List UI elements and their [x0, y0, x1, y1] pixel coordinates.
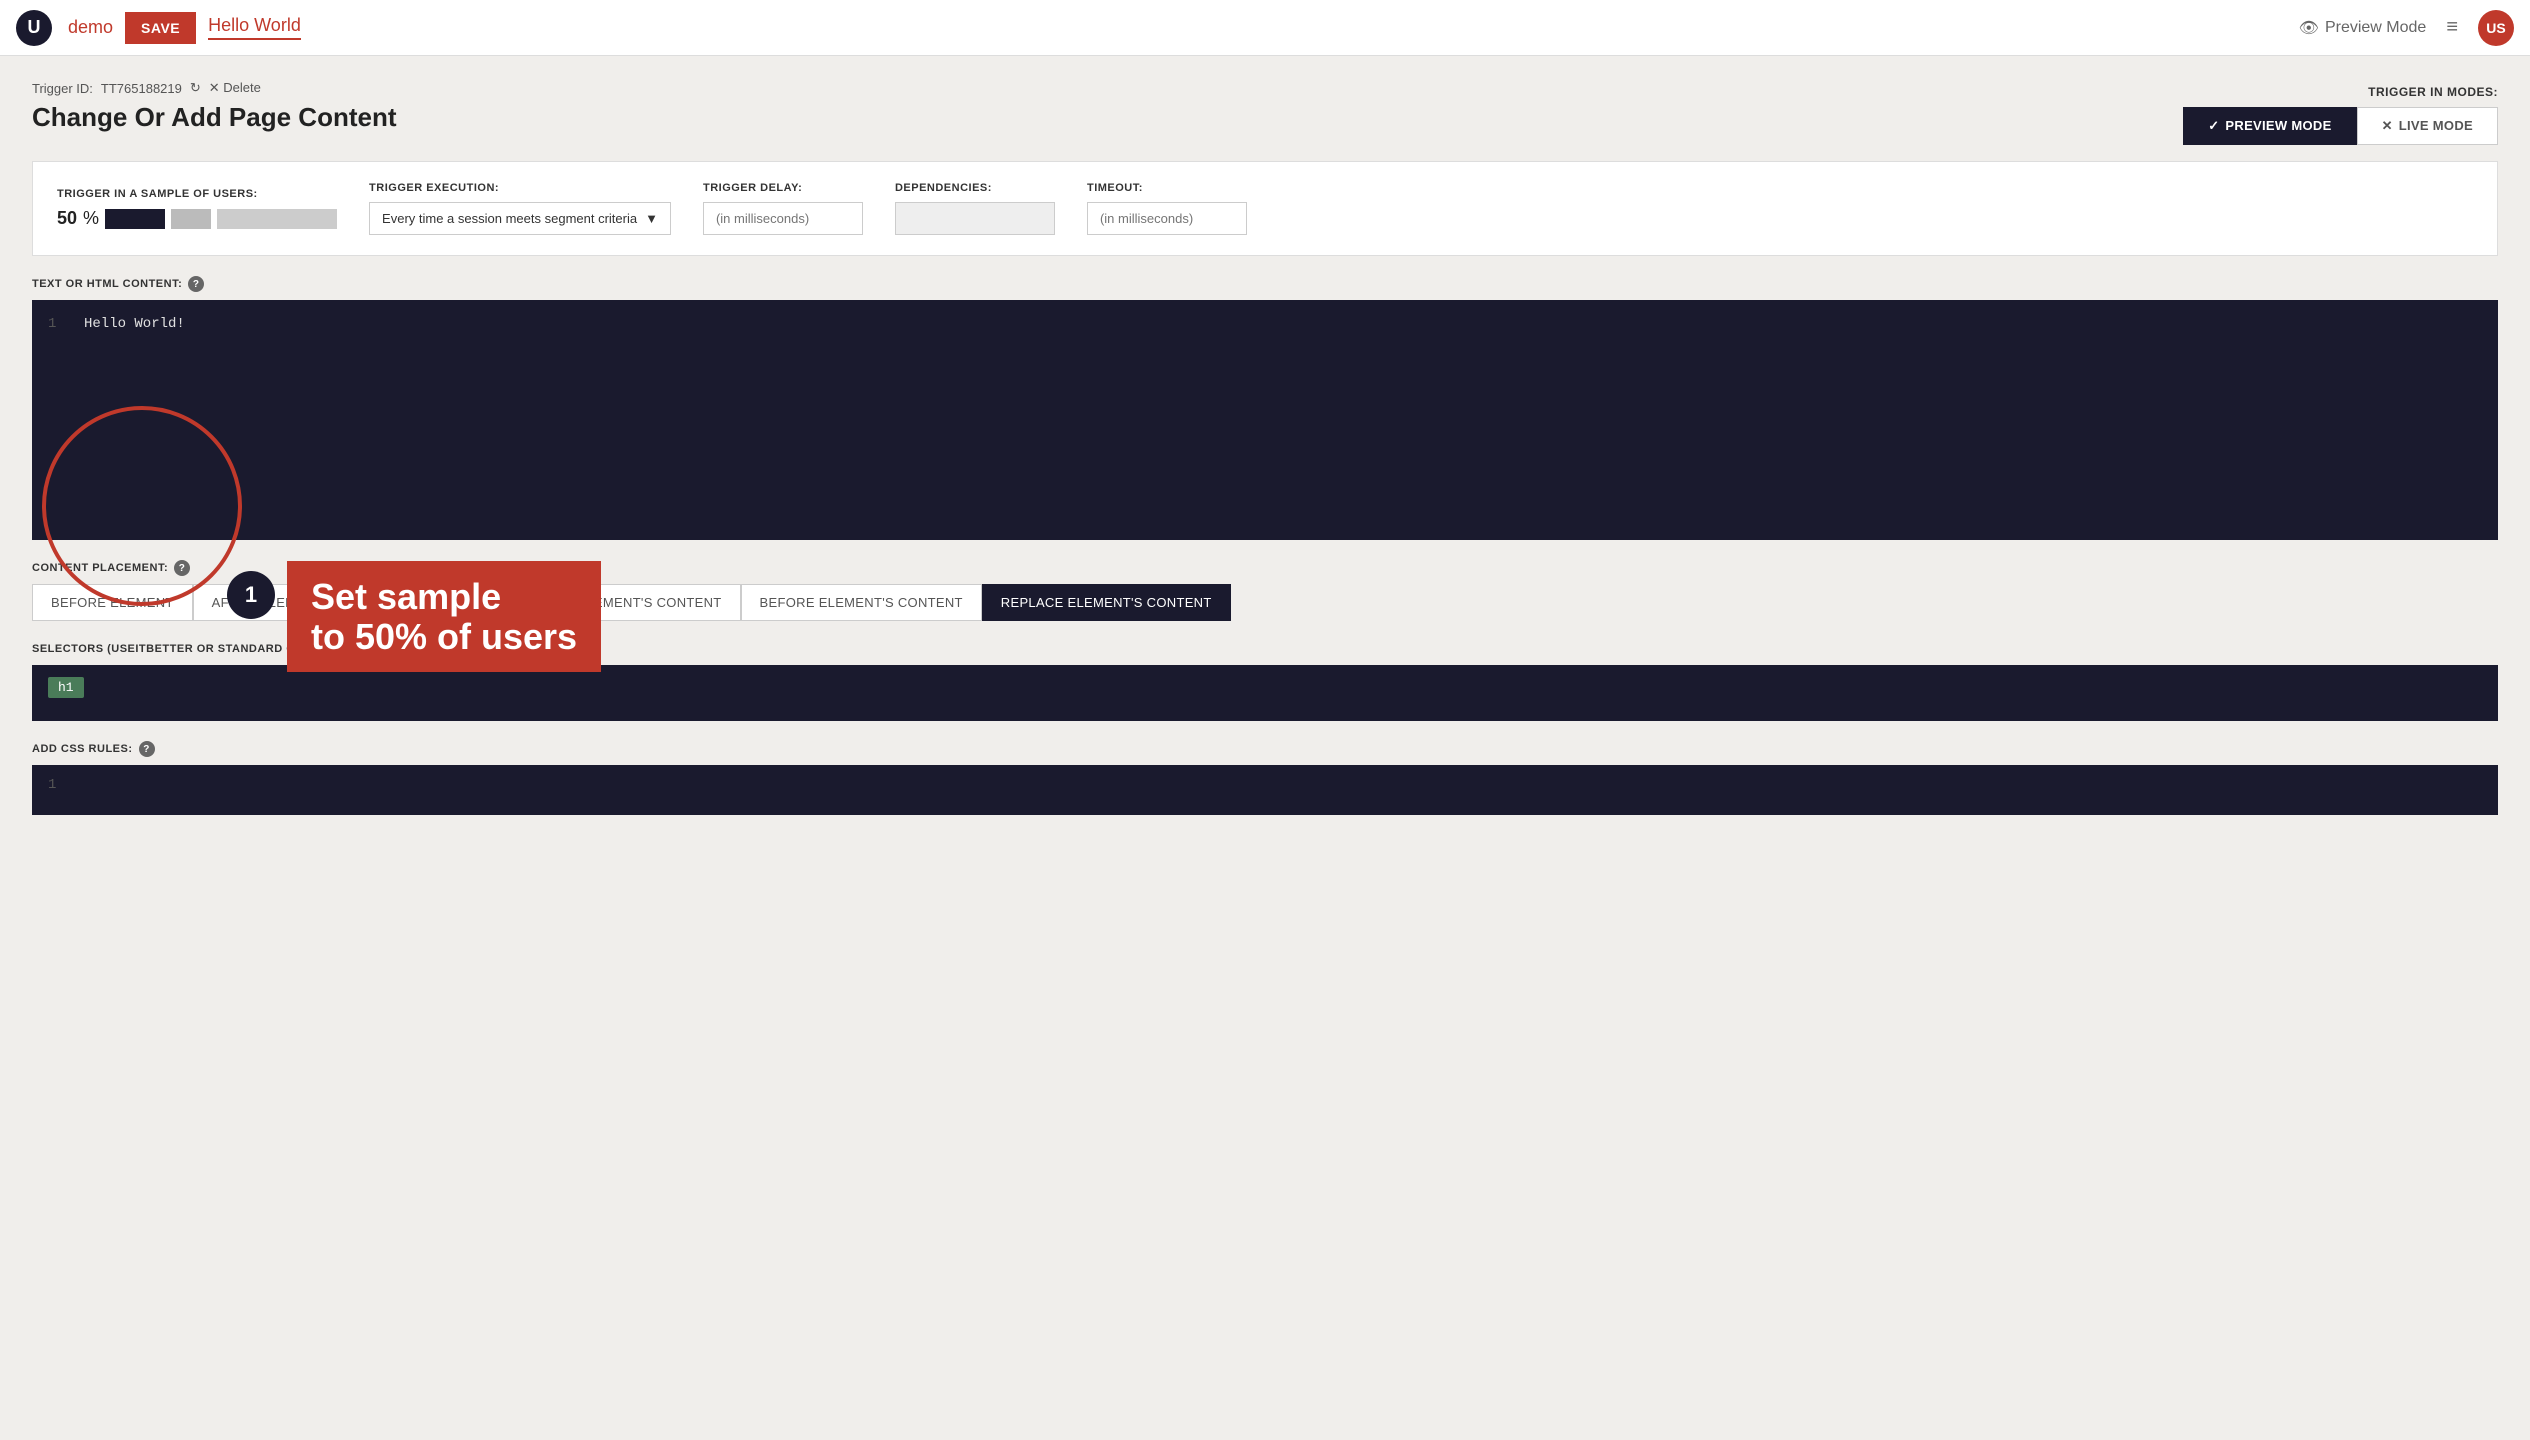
user-avatar[interactable]: US: [2478, 10, 2514, 46]
dependencies-input[interactable]: [895, 202, 1055, 235]
trigger-id-value: TT765188219: [101, 81, 182, 96]
menu-icon[interactable]: ≡: [2446, 16, 2458, 39]
config-card: TRIGGER IN A SAMPLE OF USERS: 50 % TRIGG…: [32, 161, 2498, 256]
placement-replace-content[interactable]: REPLACE ELEMENT'S CONTENT: [982, 584, 1231, 621]
sample-label: TRIGGER IN A SAMPLE OF USERS:: [57, 188, 337, 200]
trigger-modes-label: TRIGGER IN MODES:: [2183, 85, 2498, 99]
execution-field: TRIGGER EXECUTION: Every time a session …: [369, 182, 671, 235]
delay-input[interactable]: [703, 202, 863, 235]
trigger-id-label: Trigger ID:: [32, 81, 93, 96]
preview-mode-link[interactable]: 👁 Preview Mode: [2299, 18, 2427, 38]
trigger-id-row: Trigger ID: TT765188219 ↻ ✕ Delete: [32, 80, 397, 96]
sample-value: 50: [57, 208, 77, 229]
css-rules-label: ADD CSS RULES: ?: [32, 741, 2498, 757]
selector-editor[interactable]: h1: [32, 665, 2498, 721]
line-number: 1: [48, 316, 68, 332]
placement-before-element[interactable]: BEFORE ELEMENT: [32, 584, 193, 621]
active-tab[interactable]: Hello World: [208, 15, 301, 40]
trigger-modes-section: TRIGGER IN MODES: ✓ PREVIEW MODE ✕ LIVE …: [2183, 85, 2498, 145]
annotation-tooltip: Set sample to 50% of users: [287, 561, 601, 672]
dependencies-field: DEPENDENCIES:: [895, 182, 1055, 235]
code-editor[interactable]: 1 Hello World!: [32, 300, 2498, 540]
css-rules-section: ADD CSS RULES: ? 1: [32, 741, 2498, 815]
chevron-down-icon: ▼: [645, 211, 658, 226]
delay-label: TRIGGER DELAY:: [703, 182, 863, 194]
main-content: Trigger ID: TT765188219 ↻ ✕ Delete Chang…: [0, 56, 2530, 855]
logo-icon[interactable]: U: [16, 10, 52, 46]
delay-field: TRIGGER DELAY:: [703, 182, 863, 235]
demo-link[interactable]: demo: [68, 17, 113, 38]
app-header: U demo SAVE Hello World 👁 Preview Mode ≡…: [0, 0, 2530, 56]
modes-buttons: ✓ PREVIEW MODE ✕ LIVE MODE: [2183, 107, 2498, 145]
checkmark-icon: ✓: [2208, 118, 2219, 134]
page-title: Change Or Add Page Content: [32, 102, 397, 133]
content-help-icon[interactable]: ?: [188, 276, 204, 292]
placement-before-content[interactable]: BEFORE ELEMENT'S CONTENT: [741, 584, 982, 621]
annotation-badge: 1: [227, 571, 275, 619]
css-rules-help-icon[interactable]: ?: [139, 741, 155, 757]
sample-input-row: 50 %: [57, 208, 337, 229]
dependencies-label: DEPENDENCIES:: [895, 182, 1055, 194]
trigger-info-row: Trigger ID: TT765188219 ↻ ✕ Delete Chang…: [32, 80, 2498, 149]
sample-percent: %: [83, 208, 99, 229]
code-content: Hello World!: [84, 316, 185, 332]
css-line-number: 1: [48, 777, 56, 793]
x-icon: ✕: [2382, 118, 2393, 134]
sample-slider-light[interactable]: [171, 209, 211, 229]
placement-help-icon[interactable]: ?: [174, 560, 190, 576]
timeout-input[interactable]: [1087, 202, 1247, 235]
save-button[interactable]: SAVE: [125, 12, 196, 44]
timeout-field: TIMEOUT:: [1087, 182, 1247, 235]
eye-icon: 👁: [2299, 18, 2319, 38]
sample-slider-dark[interactable]: [105, 209, 165, 229]
sample-field: TRIGGER IN A SAMPLE OF USERS: 50 %: [57, 188, 337, 229]
delete-link[interactable]: ✕ Delete: [209, 80, 261, 96]
content-section-label: TEXT OR HTML CONTENT: ?: [32, 276, 2498, 292]
trigger-info-left: Trigger ID: TT765188219 ↻ ✕ Delete Chang…: [32, 80, 397, 149]
execution-select[interactable]: Every time a session meets segment crite…: [369, 202, 671, 235]
preview-mode-button[interactable]: ✓ PREVIEW MODE: [2183, 107, 2356, 145]
tooltip-line1: Set sample: [311, 577, 577, 617]
selector-tag: h1: [48, 677, 84, 698]
code-line-1: 1 Hello World!: [48, 316, 2482, 332]
refresh-icon[interactable]: ↻: [190, 80, 201, 96]
live-mode-button[interactable]: ✕ LIVE MODE: [2357, 107, 2498, 145]
content-section: 1 Set sample to 50% of users TEXT OR HTM…: [32, 276, 2498, 540]
sample-bar-bg[interactable]: [217, 209, 337, 229]
css-editor[interactable]: 1: [32, 765, 2498, 815]
tooltip-line2: to 50% of users: [311, 617, 577, 657]
header-right: 👁 Preview Mode ≡ US: [2299, 10, 2514, 46]
timeout-label: TIMEOUT:: [1087, 182, 1247, 194]
execution-label: TRIGGER EXECUTION:: [369, 182, 671, 194]
